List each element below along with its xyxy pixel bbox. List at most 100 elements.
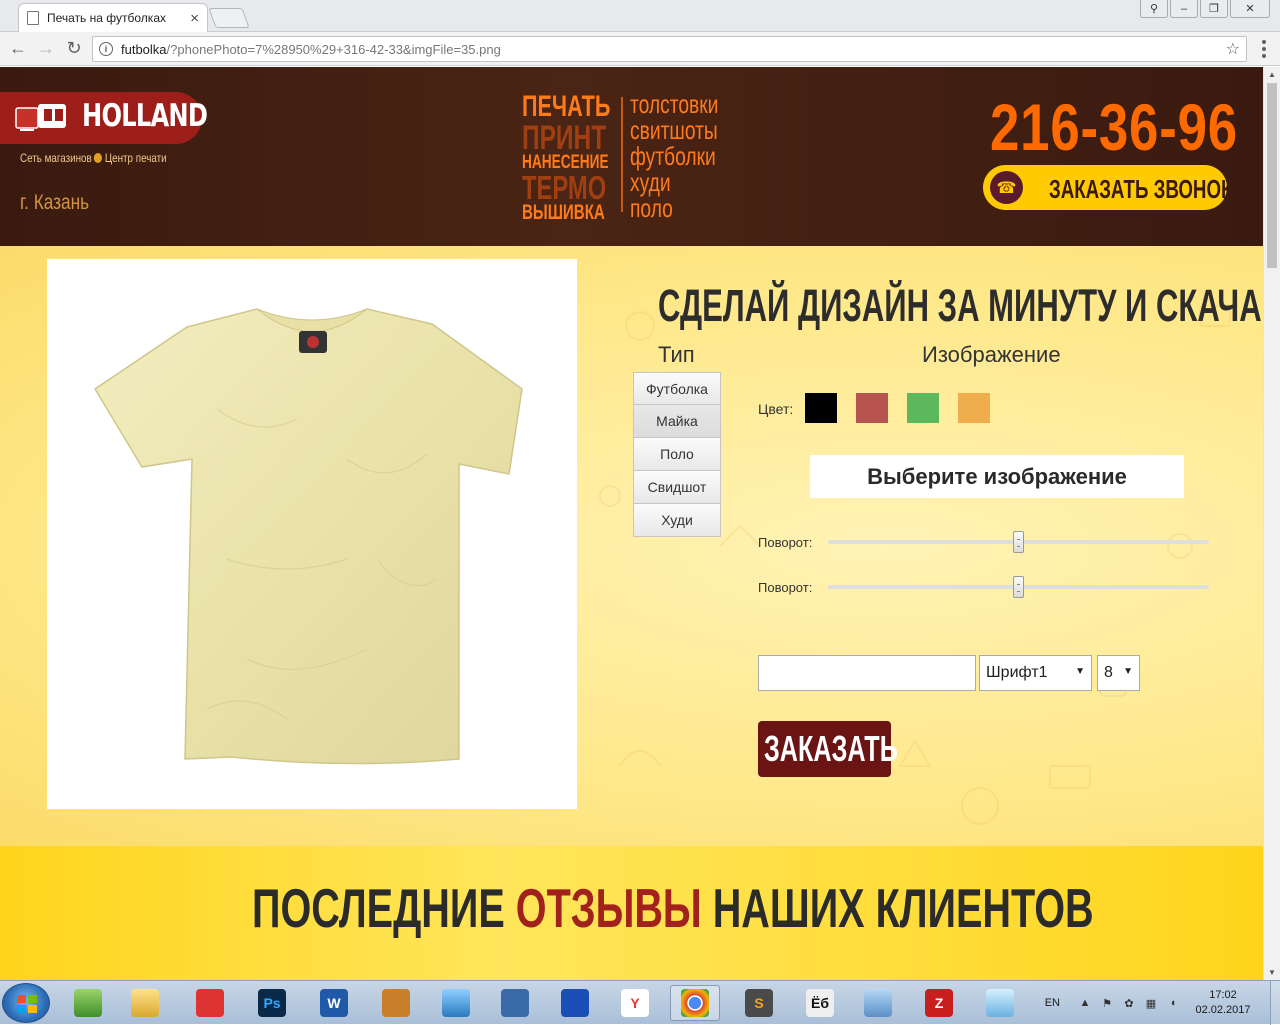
type-option-sweatshirt[interactable]: Свидшот [633, 471, 721, 504]
choose-image-button[interactable]: Выберите изображение [810, 455, 1184, 498]
forward-button[interactable]: → [32, 35, 60, 63]
url-text[interactable]: futbolka/?phonePhoto=7%28950%29+316-42-3… [121, 42, 1226, 57]
yo-app[interactable]: Ёб [795, 985, 845, 1021]
photoshop-app[interactable]: Ps [247, 985, 297, 1021]
language-indicator[interactable]: EN [1045, 997, 1060, 1009]
page-scrollbar[interactable]: ▲ ▼ [1263, 67, 1280, 980]
bluetooth-icon [561, 989, 589, 1017]
designer-section: СДЕЛАЙ ДИЗАЙН ЗА МИНУТУ И СКАЧАЙ Тип Изо… [0, 246, 1263, 846]
service-item: ТЕРМО [522, 168, 607, 206]
reviews-title-accent: ОТЗЫВЫ [515, 877, 702, 939]
browser-tab[interactable]: Печать на футболках × [18, 3, 208, 32]
eraser-app[interactable] [975, 985, 1025, 1021]
chevron-down-icon: ▼ [1123, 666, 1133, 677]
rotation-slider-handle[interactable] [1012, 576, 1024, 598]
logo-subtitle: Сеть магазинов Центр печати [20, 151, 167, 165]
logo-text: HOLLAND [82, 98, 208, 134]
chrome-app[interactable] [670, 985, 720, 1021]
tab-close-icon[interactable]: × [190, 10, 199, 27]
reviews-title-part: ПОСЛЕДНИЕ [252, 877, 516, 939]
window-controls: ⚲ – ❐ ✕ [1138, 0, 1270, 18]
maximize-button[interactable]: ❐ [1200, 0, 1228, 18]
word-icon: W [320, 989, 348, 1017]
flag-icon[interactable]: ⚑ [1100, 996, 1114, 1010]
color-swatch-orange[interactable] [958, 393, 990, 423]
scrollbar-thumb[interactable] [1267, 83, 1277, 268]
browser-tabstrip: Печать на футболках × ⚲ – ❐ ✕ [0, 0, 1280, 32]
word-app[interactable]: W [309, 985, 359, 1021]
services-right: толстовки свитшоты футболки худи поло [630, 91, 749, 221]
show-hidden-icons-icon[interactable]: ▲ [1078, 996, 1092, 1010]
logo-sub-left: Сеть магазинов [20, 151, 92, 165]
site-header: HOLLAND Сеть магазинов Центр печати г. Ка… [0, 67, 1263, 246]
bluetooth-app[interactable] [550, 985, 600, 1021]
clock[interactable]: 17:02 02.02.2017 [1188, 988, 1258, 1018]
rotation-slider[interactable] [828, 531, 1209, 553]
type-option-tshirt[interactable]: Футболка [633, 372, 721, 405]
screenshot-app[interactable] [853, 985, 903, 1021]
clock-date: 02.02.2017 [1195, 1004, 1251, 1016]
custom-text-input[interactable] [758, 655, 976, 691]
tshirt-preview [47, 259, 577, 809]
type-heading: Тип [658, 342, 695, 367]
contacts-app[interactable] [371, 985, 421, 1021]
eraser-icon [986, 989, 1014, 1017]
font-select[interactable]: Шрифт1 ▼ [979, 655, 1092, 691]
scroll-down-icon[interactable]: ▼ [1268, 968, 1276, 977]
screenshot-icon [864, 989, 892, 1017]
address-bar[interactable]: i futbolka/?phonePhoto=7%28950%29+316-42… [92, 36, 1247, 62]
rotation-slider-handle[interactable] [1012, 531, 1024, 553]
tab-title: Печать на футболках [47, 11, 166, 25]
image-viewer-app[interactable] [431, 985, 481, 1021]
product-item: поло [630, 193, 673, 223]
logo-mark-icon [15, 104, 66, 131]
logo[interactable]: HOLLAND [0, 92, 208, 144]
yandex-app[interactable]: Y [610, 985, 660, 1021]
type-option-hoodie[interactable]: Худи [633, 504, 721, 537]
scroll-up-icon[interactable]: ▲ [1268, 70, 1276, 79]
start-button[interactable] [2, 983, 50, 1023]
reviews-section: ПОСЛЕДНИЕ ОТЗЫВЫ НАШИХ КЛИЕНТОВ [0, 846, 1263, 980]
notepad-icon [74, 989, 102, 1017]
product-item: худи [630, 167, 671, 197]
browser-menu-icon[interactable] [1262, 40, 1266, 58]
logo-sub-right: Центр печати [104, 151, 167, 165]
reviews-title: ПОСЛЕДНИЕ ОТЗЫВЫ НАШИХ КЛИЕНТОВ [252, 876, 1094, 940]
phone-number[interactable]: 216-36-96 [990, 89, 1238, 165]
network-map-icon [501, 989, 529, 1017]
settings-icon[interactable]: ✿ [1122, 996, 1136, 1010]
new-tab-button[interactable] [208, 8, 250, 28]
font-size-select[interactable]: 8 ▼ [1097, 655, 1140, 691]
show-desktop-button[interactable] [1270, 981, 1280, 1025]
designer-title: СДЕЛАЙ ДИЗАЙН ЗА МИНУТУ И СКАЧАЙ [658, 280, 1263, 331]
sublime-app[interactable]: S [734, 985, 784, 1021]
close-window-button[interactable]: ✕ [1230, 0, 1270, 18]
request-call-button[interactable]: ☎ ЗАКАЗАТЬ ЗВОНОК! [983, 165, 1239, 210]
order-button[interactable]: ЗАКАЗАТЬ [758, 721, 898, 777]
system-tray: EN ▲ ⚑ ✿ ▦ ◖ 17:02 02.02.2017 [1045, 981, 1280, 1025]
network-app[interactable] [185, 985, 235, 1021]
windows-taskbar: Ps W Y S Ёб Z EN ▲ ⚑ ✿ ▦ ◖ 17:02 02.02.2017 [0, 980, 1280, 1025]
type-option-polo[interactable]: Поло [633, 438, 721, 471]
network-icon [196, 989, 224, 1017]
rotation-slider[interactable] [828, 576, 1209, 598]
network-map-app[interactable] [490, 985, 540, 1021]
volume-icon[interactable]: ◖ [1166, 996, 1180, 1010]
request-call-label: ЗАКАЗАТЬ ЗВОНОК! [1049, 174, 1239, 204]
color-swatch-green[interactable] [907, 393, 939, 423]
font-select-value: Шрифт1 [986, 664, 1048, 681]
color-swatch-red[interactable] [856, 393, 888, 423]
network-icon[interactable]: ▦ [1144, 996, 1158, 1010]
bookmark-star-icon[interactable]: ☆ [1226, 39, 1240, 59]
notepad-app[interactable] [63, 985, 113, 1021]
reload-button[interactable]: ↻ [60, 35, 88, 63]
back-button[interactable]: ← [4, 35, 32, 63]
info-icon[interactable]: i [99, 42, 113, 56]
explorer-app[interactable] [120, 985, 170, 1021]
color-swatch-black[interactable] [805, 393, 837, 423]
type-option-tank[interactable]: Майка [633, 405, 721, 438]
user-icon[interactable]: ⚲ [1140, 0, 1168, 18]
minimize-button[interactable]: – [1170, 0, 1198, 18]
services-left: ПЕЧАТЬ ПРИНТ НАНЕСЕНИЕ ТЕРМО ВЫШИВКА [522, 92, 645, 223]
filezilla-app[interactable]: Z [914, 985, 964, 1021]
